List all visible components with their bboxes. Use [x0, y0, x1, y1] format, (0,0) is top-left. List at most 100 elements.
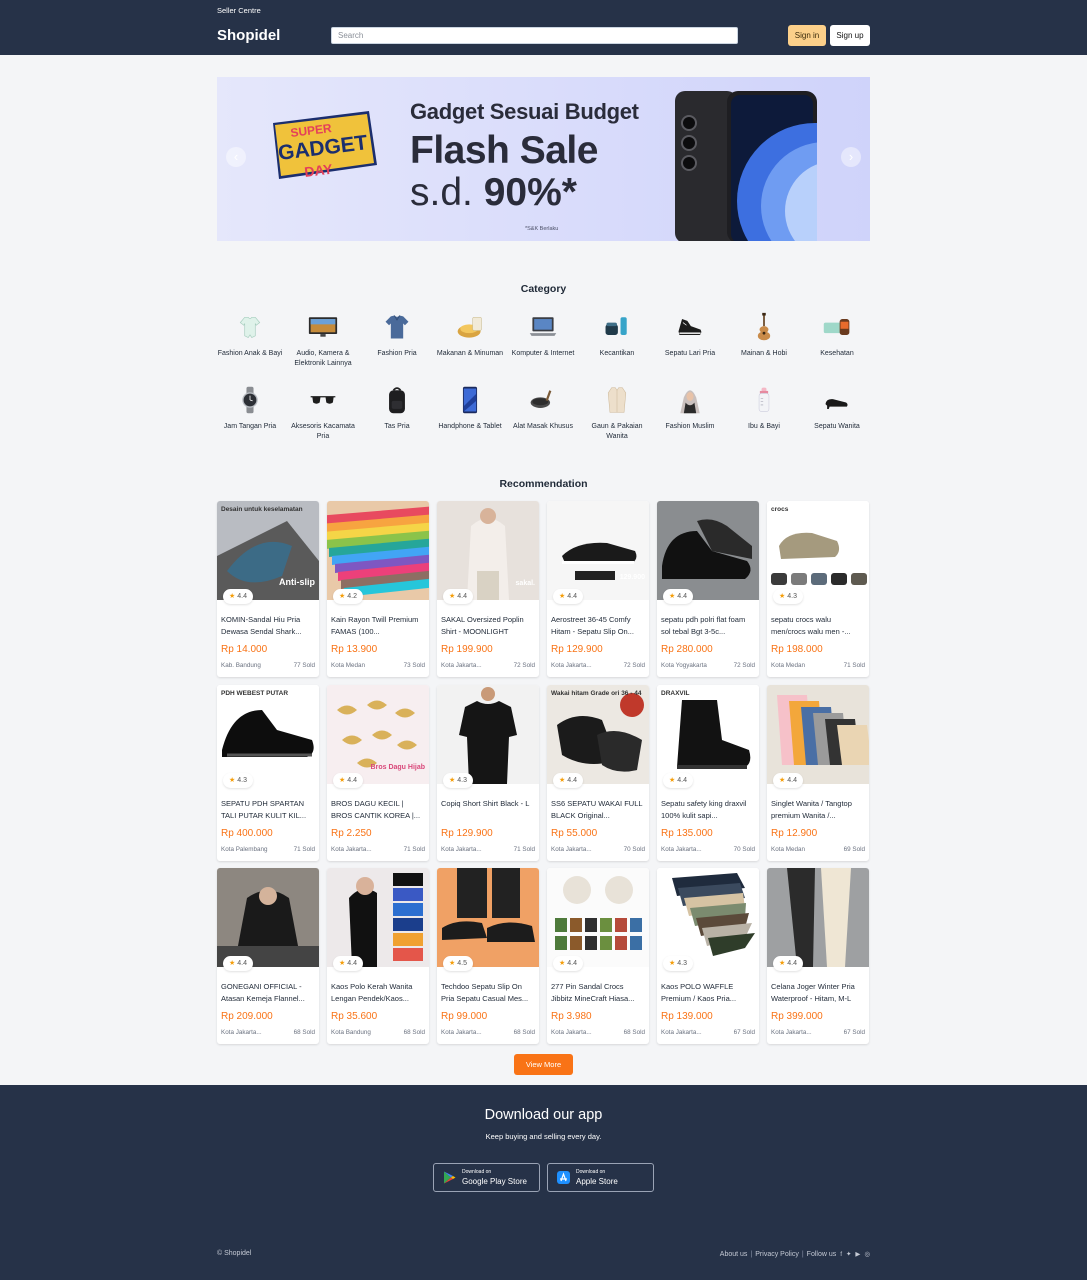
category-item[interactable]: Tas Pria: [360, 383, 434, 432]
category-item[interactable]: Kecantikan: [580, 310, 654, 359]
product-card[interactable]: ★ 4.4 sepatu pdh polri flat foam sol tebal…: [657, 501, 759, 677]
youtube-icon[interactable]: ▶: [855, 1250, 860, 1258]
product-location: Kota Jakarta...: [551, 1029, 592, 1036]
product-sold-count: 70 Sold: [733, 846, 755, 853]
product-image[interactable]: DRAXVIL: [657, 685, 759, 784]
search-input[interactable]: [331, 27, 738, 44]
star-icon: ★: [779, 777, 786, 784]
product-card[interactable]: crocs ★ 4.3 sepatu crocs walu men/crocs wal…: [767, 501, 869, 677]
product-image[interactable]: [657, 501, 759, 600]
product-image[interactable]: [657, 868, 759, 967]
category-item[interactable]: Jam Tangan Pria: [213, 383, 287, 432]
product-card[interactable]: ★ 4.3 Copiq Short Shirt Black - L Rp 129.90…: [437, 685, 539, 861]
rating-value: 4.4: [567, 593, 578, 600]
category-label: Gaun & Pakaian Wanita: [591, 423, 643, 440]
privacy-policy-link[interactable]: Privacy Policy: [755, 1251, 799, 1258]
star-icon: ★: [229, 960, 236, 967]
banner-next-arrow[interactable]: ›: [841, 147, 861, 167]
product-image[interactable]: [547, 868, 649, 967]
product-image[interactable]: Desain untuk keselamatan Anti-slip: [217, 501, 319, 600]
star-icon: ★: [779, 960, 786, 967]
product-card[interactable]: ★ 4.5 Techdoo Sepatu Slip On Pria Sepatu C…: [437, 868, 539, 1044]
product-image[interactable]: 129.900: [547, 501, 649, 600]
product-rating: ★ 4.3: [663, 956, 694, 971]
product-card[interactable]: ★ 4.3 Kaos POLO WAFFLE Premium / Kaos Pria…: [657, 868, 759, 1044]
product-image[interactable]: [327, 868, 429, 967]
footer: Download our app Keep buying and selling…: [0, 1085, 1087, 1280]
product-sold-count: 71 Sold: [843, 662, 865, 669]
category-item[interactable]: Sepatu Wanita: [800, 383, 874, 432]
sign-in-button[interactable]: Sign in: [788, 25, 826, 46]
shirt-icon: [380, 310, 414, 344]
category-item[interactable]: Mainan & Hobi: [727, 310, 801, 359]
product-rating: ★ 4.3: [223, 773, 254, 788]
product-sold-count: 72 Sold: [513, 662, 535, 669]
apple-store-button[interactable]: Download on Apple Store: [547, 1163, 654, 1192]
category-item[interactable]: Handphone & Tablet: [433, 383, 507, 432]
category-item[interactable]: Gaun & Pakaian Wanita: [580, 383, 654, 442]
product-image[interactable]: sakal.: [437, 501, 539, 600]
site-logo[interactable]: Shopidel: [217, 27, 280, 44]
sign-up-button[interactable]: Sign up: [830, 25, 870, 46]
category-item[interactable]: Alat Masak Khusus: [506, 383, 580, 432]
product-card[interactable]: DRAXVIL ★ 4.4 Sepatu safety king draxvil 10…: [657, 685, 759, 861]
product-image[interactable]: [767, 685, 869, 784]
category-item[interactable]: Fashion Pria: [360, 310, 434, 359]
product-image-caption: PDH WEBEST PUTAR: [221, 690, 288, 697]
twitter-icon[interactable]: ✦: [846, 1250, 851, 1258]
star-icon: ★: [449, 777, 456, 784]
category-item[interactable]: Kesehatan: [800, 310, 874, 359]
instagram-icon[interactable]: ◎: [864, 1250, 870, 1258]
product-card[interactable]: 129.900 ★ 4.4 Aerostreet 36-45 Comfy Hitam …: [547, 501, 649, 677]
product-card[interactable]: ★ 4.4 GONEGANI OFFICIAL - Atasan Kemeja Fl…: [217, 868, 319, 1044]
product-image[interactable]: [217, 868, 319, 967]
view-more-button[interactable]: View More: [514, 1054, 573, 1075]
product-card[interactable]: Wakai hitam Grade ori 36 - 44 ★ 4.4 SS6 SEP…: [547, 685, 649, 861]
product-card[interactable]: ★ 4.2 Kain Rayon Twill Premium FAMAS (100.…: [327, 501, 429, 677]
product-image[interactable]: Wakai hitam Grade ori 36 - 44: [547, 685, 649, 784]
product-image[interactable]: Bros Dagu Hijab: [327, 685, 429, 784]
product-card[interactable]: ★ 4.4 277 Pin Sandal Crocs Jibbitz MineCra…: [547, 868, 649, 1044]
product-price: Rp 139.000: [661, 1011, 713, 1022]
facebook-icon[interactable]: f: [840, 1251, 842, 1258]
product-card[interactable]: sakal. ★ 4.4 SAKAL Oversized Poplin Shirt -…: [437, 501, 539, 677]
category-item[interactable]: Makanan & Minuman: [433, 310, 507, 359]
product-card[interactable]: PDH WEBEST PUTAR ★ 4.3 SEPATU PDH SPARTAN T…: [217, 685, 319, 861]
about-us-link[interactable]: About us: [720, 1251, 748, 1258]
category-item[interactable]: Fashion Anak & Bayi: [213, 310, 287, 359]
product-price: Rp 400.000: [221, 828, 273, 839]
promo-banner[interactable]: SUPER GADGET DAY Gadget Sesuai Budget Fl…: [217, 77, 870, 241]
product-card[interactable]: ★ 4.4 Celana Joger Winter Pria Waterproof …: [767, 868, 869, 1044]
product-sold-count: 71 Sold: [293, 846, 315, 853]
food-icon: [453, 310, 487, 344]
product-image-caption: Bros Dagu Hijab: [371, 764, 425, 771]
category-item[interactable]: Audio, Kamera & Elektronik Lainnya: [286, 310, 360, 369]
baby-onesie-icon: [233, 310, 267, 344]
product-image[interactable]: [767, 868, 869, 967]
product-card[interactable]: Bros Dagu Hijab ★ 4.4 BROS DAGU KECIL | BRO…: [327, 685, 429, 861]
bottle-icon: [747, 383, 781, 417]
seller-centre-link[interactable]: Seller Centre: [217, 6, 261, 15]
product-rating: ★ 4.4: [663, 773, 694, 788]
watch-icon: [233, 383, 267, 417]
product-image[interactable]: [327, 501, 429, 600]
product-sold-count: 68 Sold: [623, 1029, 645, 1036]
product-card[interactable]: ★ 4.4 Singlet Wanita / Tangtop premium Wan…: [767, 685, 869, 861]
product-image[interactable]: [437, 868, 539, 967]
category-item[interactable]: Fashion Muslim: [653, 383, 727, 432]
product-image[interactable]: crocs: [767, 501, 869, 600]
category-item[interactable]: Sepatu Lari Pria: [653, 310, 727, 359]
category-item[interactable]: Ibu & Bayi: [727, 383, 801, 432]
google-play-store-button[interactable]: Download on Google Play Store: [433, 1163, 540, 1192]
banner-prev-arrow[interactable]: ‹: [226, 147, 246, 167]
star-icon: ★: [669, 777, 676, 784]
product-image[interactable]: PDH WEBEST PUTAR: [217, 685, 319, 784]
store-small-label: Download on: [462, 1169, 492, 1175]
smartphone-image: [675, 91, 817, 241]
product-card[interactable]: ★ 4.4 Kaos Polo Kerah Wanita Lengan Pendek…: [327, 868, 429, 1044]
category-item[interactable]: Komputer & Internet: [506, 310, 580, 359]
product-image[interactable]: [437, 685, 539, 784]
product-card[interactable]: Desain untuk keselamatan Anti-slip ★ 4.4 KOM…: [217, 501, 319, 677]
product-location: Kota Medan: [331, 662, 365, 669]
category-item[interactable]: Aksesoris Kacamata Pria: [286, 383, 360, 442]
